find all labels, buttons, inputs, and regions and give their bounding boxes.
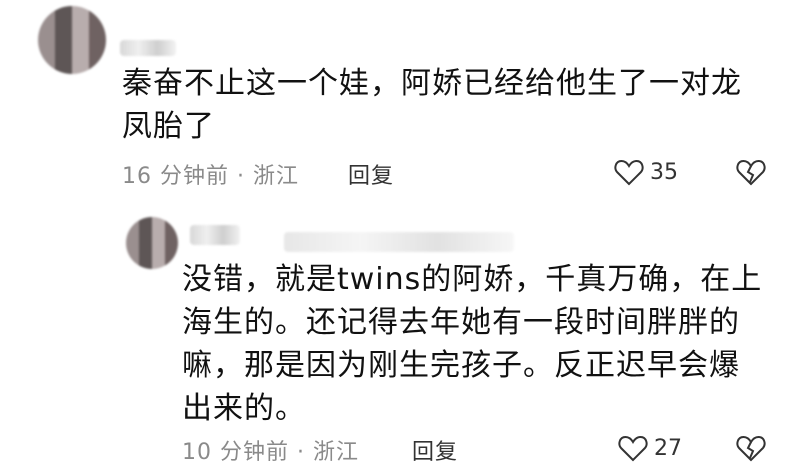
comment-text-line-1: 没错，就是twins的阿娇，千真万确，在上	[182, 262, 763, 297]
comment-text-line-1: 秦奋不止这一个娃，阿娇已经给他生了一对龙	[122, 66, 742, 101]
avatar[interactable]	[126, 217, 178, 269]
username-blurred[interactable]	[190, 225, 240, 245]
comment-text-line-4: 出来的。	[182, 391, 306, 426]
like-count: 35	[650, 160, 678, 185]
broken-heart-icon	[736, 435, 766, 462]
dislike-button[interactable]	[736, 158, 766, 186]
like-button[interactable]	[618, 434, 648, 462]
like-count: 27	[654, 436, 682, 461]
comment-text-line-2: 海生的。还记得去年她有一段时间胖胖的	[182, 305, 740, 340]
broken-heart-icon	[736, 159, 766, 186]
comment-text-line-2: 凤胎了	[122, 109, 215, 144]
reply-button[interactable]: 回复	[412, 434, 458, 466]
like-button[interactable]	[614, 158, 644, 186]
heart-icon	[618, 435, 648, 462]
heart-icon	[614, 159, 644, 186]
dislike-button[interactable]	[736, 434, 766, 462]
comment-timestamp: 10 分钟前 · 浙江	[182, 440, 359, 465]
comment-text-line-3: 嘛，那是因为刚生完孩子。反正迟早会爆	[182, 348, 740, 383]
reply-button[interactable]: 回复	[348, 158, 394, 190]
comment-timestamp: 16 分钟前 · 浙江	[122, 164, 299, 189]
avatar[interactable]	[38, 6, 106, 74]
username-blurred[interactable]	[120, 40, 176, 56]
reply-target-blurred	[284, 232, 514, 252]
